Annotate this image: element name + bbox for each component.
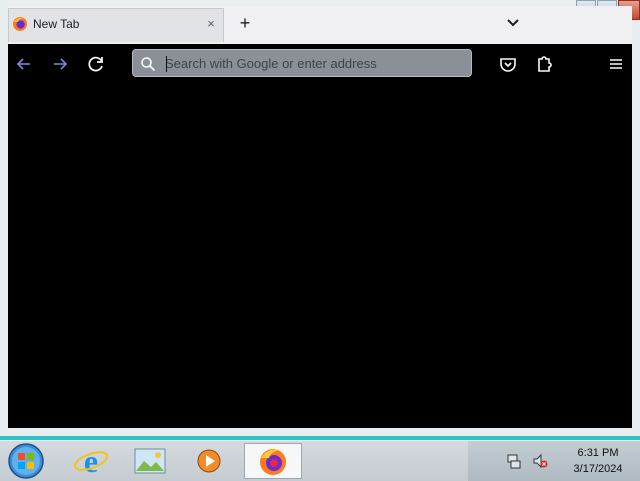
- tab-new-tab[interactable]: New Tab ×: [8, 8, 224, 42]
- reload-icon[interactable]: [84, 52, 108, 76]
- network-icon[interactable]: [506, 453, 522, 469]
- tab-title: New Tab: [33, 17, 80, 31]
- clock-date[interactable]: 3/17/2024: [562, 463, 634, 475]
- taskbar-firefox-button[interactable]: [244, 443, 302, 479]
- browser-window: – □ × New Tab × +: [0, 0, 640, 436]
- system-tray: 6:31 PM 3/17/2024: [468, 441, 640, 481]
- media-player-icon[interactable]: [182, 443, 240, 479]
- chevron-down-icon[interactable]: [502, 12, 524, 34]
- back-arrow-icon[interactable]: [12, 52, 36, 76]
- clock-time[interactable]: 6:31 PM: [568, 447, 628, 459]
- text-caret: [166, 56, 167, 72]
- address-bar[interactable]: [132, 49, 472, 77]
- image-viewer-icon[interactable]: [122, 443, 180, 479]
- windows-start-icon[interactable]: [4, 442, 48, 480]
- new-tab-button[interactable]: +: [234, 12, 256, 34]
- firefox-icon: [260, 449, 286, 475]
- puzzle-icon[interactable]: [532, 52, 556, 76]
- volume-muted-icon[interactable]: [532, 453, 548, 469]
- pocket-icon[interactable]: [496, 52, 520, 76]
- forward-arrow-icon[interactable]: [48, 52, 72, 76]
- window-bottom-border: [0, 428, 640, 436]
- search-icon: [141, 57, 156, 72]
- hamburger-menu-icon[interactable]: [604, 52, 628, 76]
- firefox-icon: [13, 17, 27, 31]
- tab-close-icon[interactable]: ×: [201, 14, 221, 34]
- tab-bar: New Tab × +: [8, 6, 632, 44]
- search-input[interactable]: [165, 53, 465, 73]
- taskbar: e 6:31 PM 3/17/2024: [0, 440, 640, 481]
- page-content[interactable]: [8, 84, 632, 428]
- internet-explorer-icon[interactable]: e: [62, 443, 120, 479]
- nav-toolbar: [8, 44, 632, 84]
- svg-text:e: e: [84, 443, 98, 479]
